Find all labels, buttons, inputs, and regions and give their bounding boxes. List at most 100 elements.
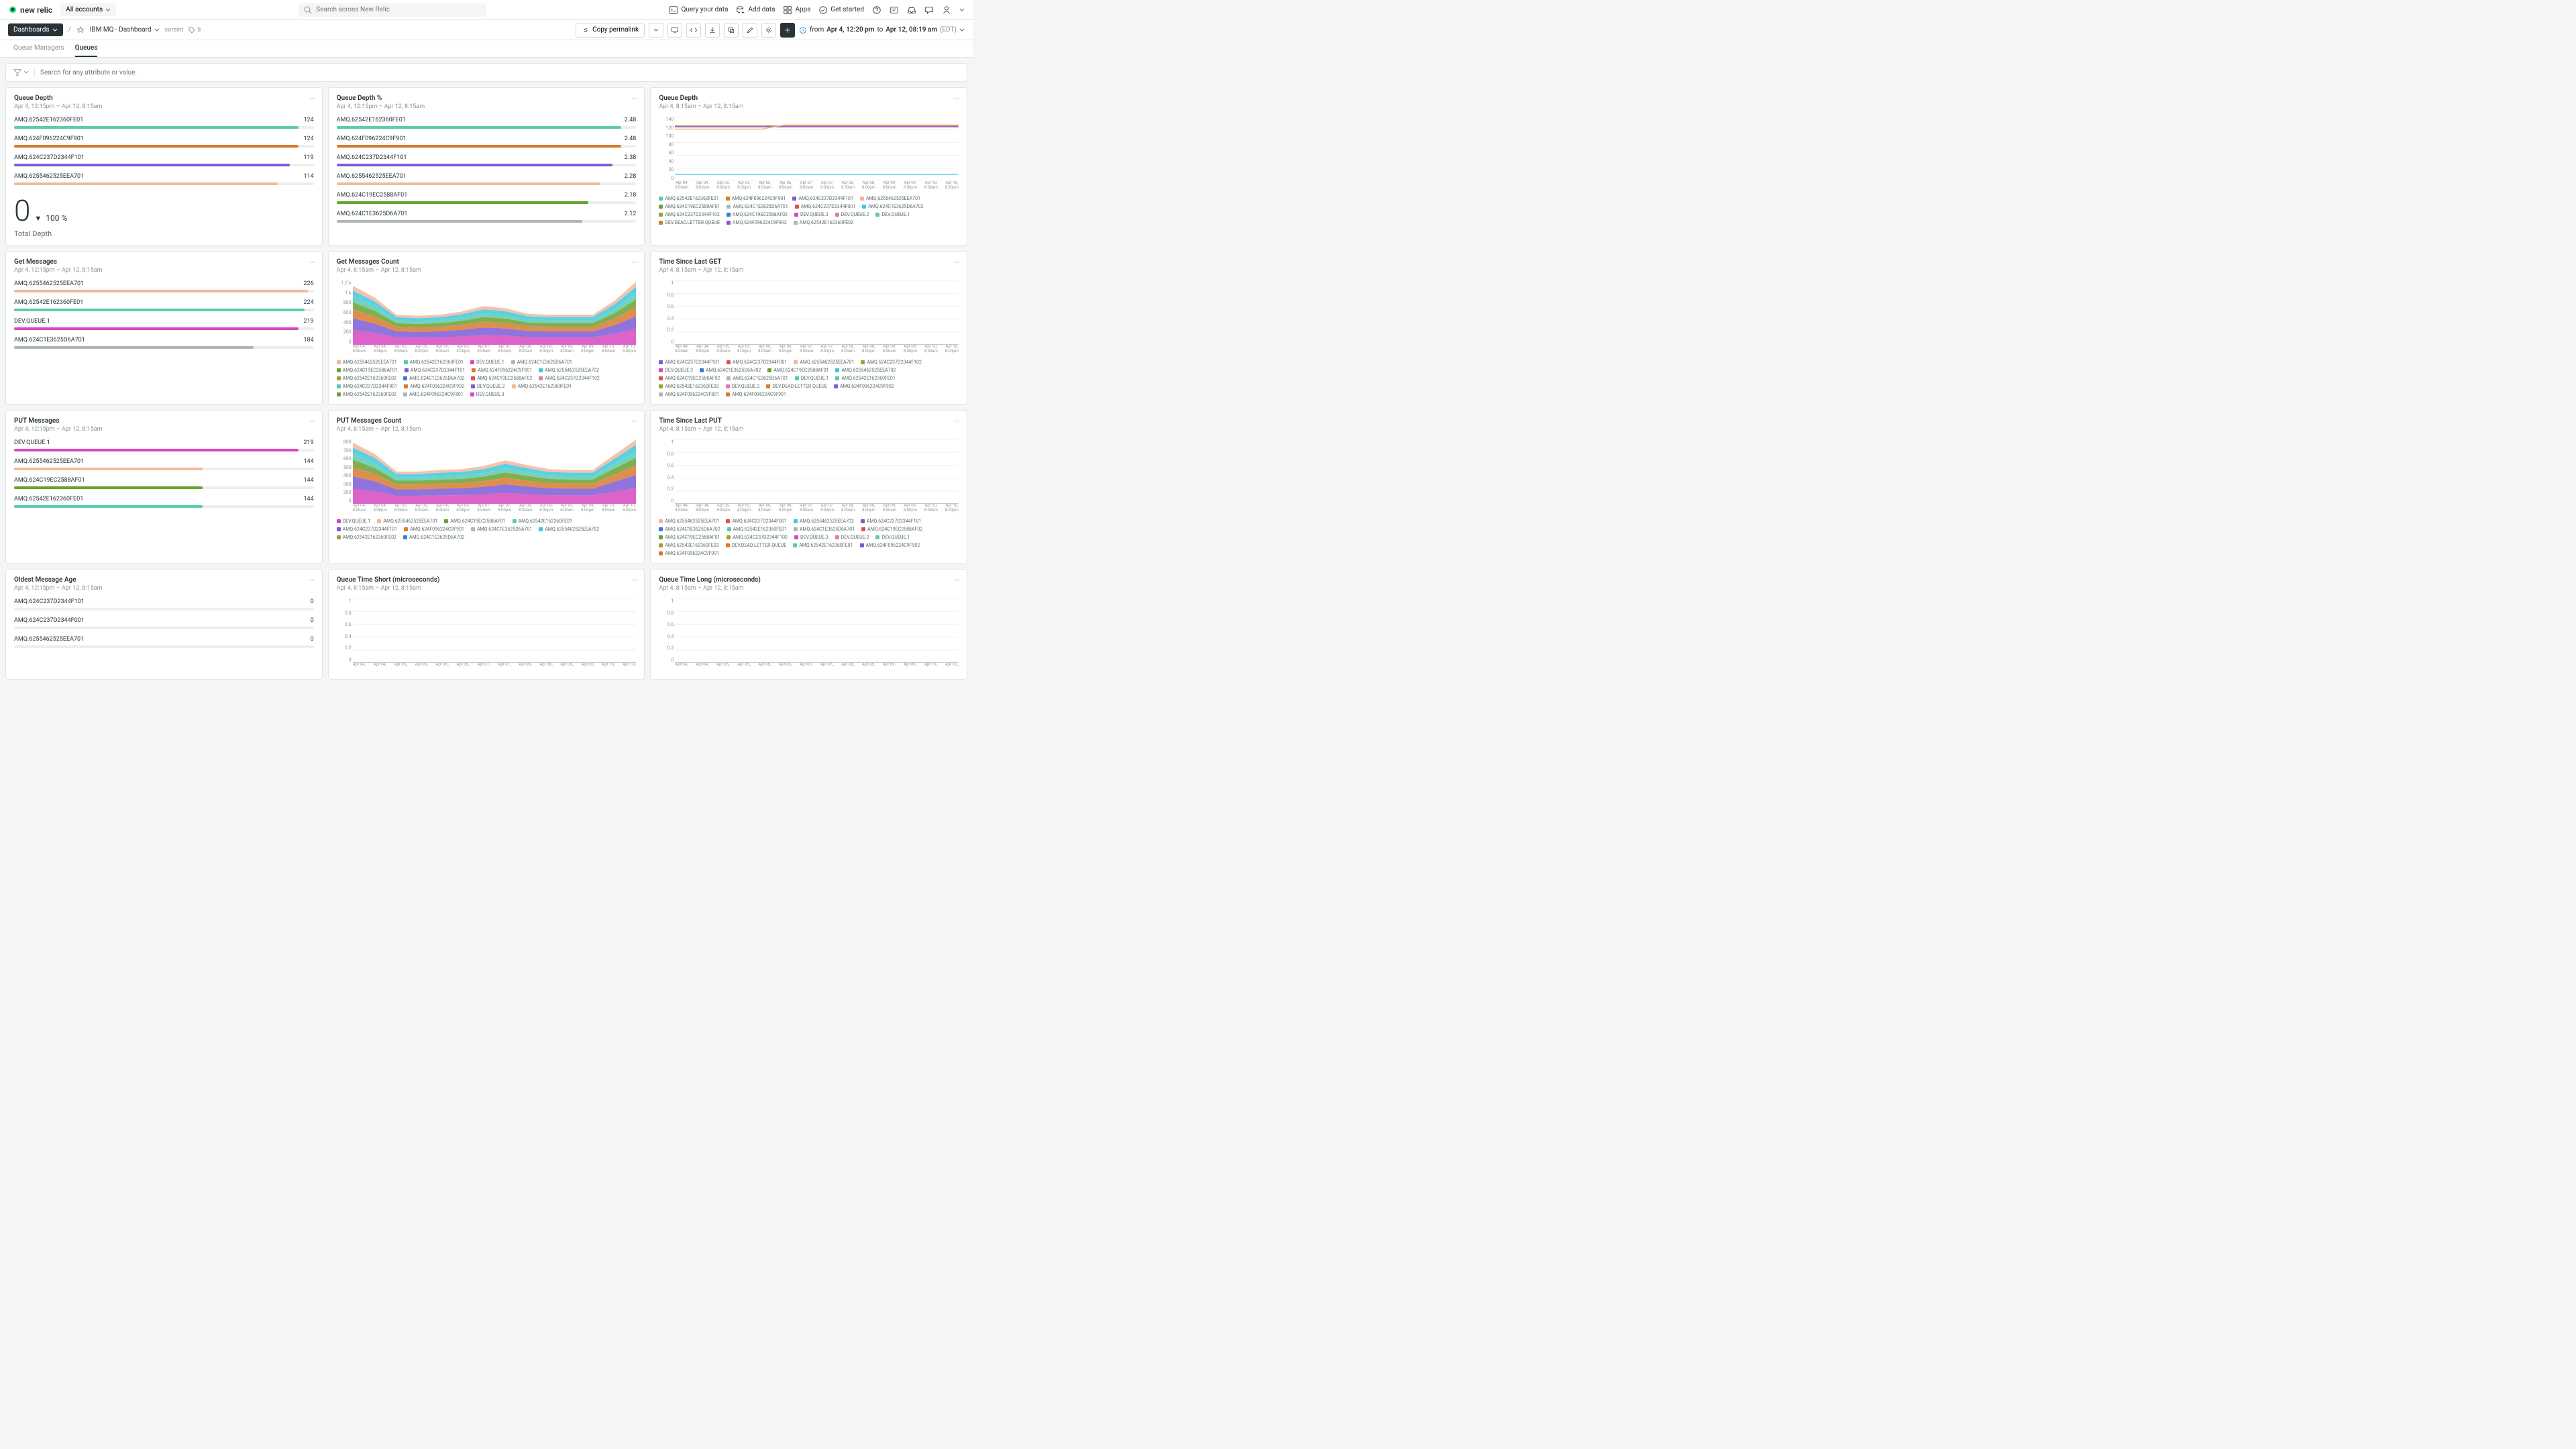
query-data-link[interactable]: Query your data bbox=[669, 5, 728, 15]
filter-toggle[interactable] bbox=[13, 68, 35, 77]
global-search[interactable] bbox=[299, 3, 486, 17]
add-data-link[interactable]: Add data bbox=[736, 5, 775, 15]
chart-plot[interactable] bbox=[353, 598, 637, 663]
panel-menu-icon[interactable]: ··· bbox=[632, 95, 638, 103]
legend-item[interactable]: AMQ.624C237D2344F001 bbox=[795, 204, 856, 209]
bar-row[interactable]: AMQ.624C1E3625D6A7012.12 bbox=[337, 211, 637, 223]
legend-item[interactable]: AMQ.6255462525EEA701 bbox=[337, 360, 397, 365]
legend-item[interactable]: DEV.QUEUE.1 bbox=[795, 376, 829, 381]
panel-menu-icon[interactable]: ··· bbox=[309, 95, 315, 103]
legend-item[interactable]: AMQ.62542E162360FE01 bbox=[659, 196, 718, 201]
legend-item[interactable]: AMQ.6255462525EEA701 bbox=[659, 519, 719, 524]
brand-logo[interactable]: new relic bbox=[8, 5, 52, 15]
panel-menu-icon[interactable]: ··· bbox=[954, 258, 960, 267]
panel-menu-icon[interactable]: ··· bbox=[954, 95, 960, 103]
legend-item[interactable]: AMQ.624C237D2344F101 bbox=[792, 196, 853, 201]
legend-item[interactable]: AMQ.6255462525EEA702 bbox=[835, 368, 896, 373]
bar-row[interactable]: AMQ.62542E162360FE01144 bbox=[14, 496, 314, 508]
legend-item[interactable]: AMQ.624F096224C9F901 bbox=[659, 551, 719, 556]
legend-item[interactable]: AMQ.624C237D2344F102 bbox=[539, 376, 600, 381]
legend-item[interactable]: AMQ.624C19EC2588AF02 bbox=[659, 376, 720, 381]
legend-item[interactable]: DEV.QUEUE.2 bbox=[726, 384, 760, 389]
news-icon[interactable] bbox=[890, 5, 899, 15]
legend-item[interactable]: DEV.QUEUE.1 bbox=[337, 519, 371, 524]
get-started-link[interactable]: Get started bbox=[818, 5, 864, 15]
legend-item[interactable]: AMQ.624C1E3625D6A701 bbox=[471, 527, 532, 532]
panel-menu-icon[interactable]: ··· bbox=[632, 417, 638, 426]
legend-item[interactable]: AMQ.6255462525EEA701 bbox=[794, 360, 854, 365]
legend-item[interactable]: AMQ.62542E162360FE01 bbox=[404, 360, 464, 365]
legend-item[interactable]: AMQ.624C237D2344F001 bbox=[337, 384, 398, 389]
bar-row[interactable]: AMQ.624C237D2344F1012.38 bbox=[337, 154, 637, 166]
legend-item[interactable]: AMQ.624C19EC2588AF02 bbox=[727, 212, 788, 217]
legend-item[interactable]: AMQ.624C19EC2588AF01 bbox=[767, 368, 828, 373]
permalink-dropdown[interactable] bbox=[649, 23, 663, 38]
legend-item[interactable]: AMQ.624C237D2344F001 bbox=[727, 360, 788, 365]
legend-item[interactable]: AMQ.62542E162360FE02 bbox=[337, 376, 396, 381]
legend-item[interactable]: AMQ.624F096224C9F901 bbox=[726, 392, 786, 397]
chart-plot[interactable] bbox=[353, 280, 637, 345]
filter-input[interactable] bbox=[40, 69, 960, 76]
user-icon[interactable] bbox=[942, 5, 951, 15]
chart-plot[interactable] bbox=[353, 439, 637, 504]
legend-item[interactable]: AMQ.624F096224C9F801 bbox=[659, 392, 719, 397]
bar-row[interactable]: AMQ.624F096224C9F901124 bbox=[14, 136, 314, 148]
legend-item[interactable]: AMQ.62542E162360FE01 bbox=[727, 527, 787, 532]
legend-item[interactable]: AMQ.6255462525EEA702 bbox=[539, 527, 599, 532]
bar-row[interactable]: AMQ.6255462525EEA701226 bbox=[14, 280, 314, 292]
search-input[interactable] bbox=[316, 6, 481, 13]
legend-item[interactable]: AMQ.624C19EC2588AF01 bbox=[337, 368, 398, 373]
legend-item[interactable]: AMQ.62542E162360FE01 bbox=[513, 519, 572, 524]
legend-item[interactable]: AMQ.624F096224C9F902 bbox=[860, 543, 920, 548]
tv-mode-button[interactable] bbox=[667, 23, 682, 38]
legend-item[interactable]: DEV.DEAD.LETTER.QUEUE bbox=[659, 220, 720, 225]
bar-row[interactable]: AMQ.624C237D2344F1010 bbox=[14, 598, 314, 610]
legend-item[interactable]: AMQ.62542E162360FE01 bbox=[835, 376, 895, 381]
legend-item[interactable]: AMQ.62542E162360FE02 bbox=[794, 220, 853, 225]
chart-plot[interactable] bbox=[675, 439, 959, 504]
legend-item[interactable]: AMQ.62542E162360FE02 bbox=[337, 392, 396, 397]
accounts-dropdown[interactable]: All accounts bbox=[60, 3, 116, 16]
legend-item[interactable]: AMQ.624F096224C9F902 bbox=[404, 384, 464, 389]
bar-row[interactable]: AMQ.6255462525EEA7010 bbox=[14, 636, 314, 648]
bar-row[interactable]: AMQ.624C19EC2588AF012.18 bbox=[337, 192, 637, 204]
legend-item[interactable]: DEV.QUEUE.1 bbox=[875, 212, 910, 217]
bar-row[interactable]: AMQ.624C237D2344F0010 bbox=[14, 617, 314, 629]
edit-button[interactable] bbox=[743, 23, 757, 38]
legend-item[interactable]: AMQ.624C19EC2588AF01 bbox=[659, 204, 720, 209]
star-icon[interactable] bbox=[76, 26, 85, 34]
legend-item[interactable]: AMQ.624C1E3625D6A702 bbox=[862, 204, 923, 209]
legend-item[interactable]: DEV.QUEUE.2 bbox=[471, 384, 505, 389]
apps-link[interactable]: Apps bbox=[783, 5, 810, 15]
bar-row[interactable]: AMQ.624F096224C9F9012.48 bbox=[337, 136, 637, 148]
panel-menu-icon[interactable]: ··· bbox=[309, 576, 315, 585]
chart-plot[interactable] bbox=[675, 280, 959, 345]
inbox-icon[interactable] bbox=[907, 5, 916, 15]
legend-item[interactable]: AMQ.624C237D2344F101 bbox=[861, 519, 922, 524]
legend-item[interactable]: DEV.QUEUE.3 bbox=[659, 368, 693, 373]
legend-item[interactable]: AMQ.62542E162360FE02 bbox=[337, 535, 396, 540]
panel-menu-icon[interactable]: ··· bbox=[309, 258, 315, 267]
bar-row[interactable]: DEV.QUEUE.1219 bbox=[14, 439, 314, 451]
legend-item[interactable]: AMQ.624C237D2344F001 bbox=[726, 519, 787, 524]
settings-button[interactable] bbox=[761, 23, 776, 38]
bar-row[interactable]: AMQ.6255462525EEA701144 bbox=[14, 458, 314, 470]
add-widget-button[interactable] bbox=[780, 23, 795, 38]
legend-item[interactable]: AMQ.624C1E3625D6A702 bbox=[403, 535, 464, 540]
bar-row[interactable]: AMQ.6255462525EEA7012.28 bbox=[337, 173, 637, 185]
legend-item[interactable]: AMQ.624C1E3625D6A702 bbox=[403, 376, 464, 381]
legend-item[interactable]: AMQ.6255462525EEA701 bbox=[377, 519, 437, 524]
legend-item[interactable]: AMQ.624C237D2344F102 bbox=[659, 212, 720, 217]
legend-item[interactable]: AMQ.624C237D2344F101 bbox=[659, 360, 720, 365]
legend-item[interactable]: AMQ.624F096224C9F902 bbox=[727, 220, 787, 225]
copy-permalink-button[interactable]: Copy permalink bbox=[576, 23, 645, 38]
bar-row[interactable]: AMQ.62542E162360FE01224 bbox=[14, 299, 314, 311]
legend-item[interactable]: DEV.QUEUE.1 bbox=[470, 360, 504, 365]
help-icon[interactable] bbox=[872, 5, 881, 15]
legend-item[interactable]: AMQ.6255462525EEA701 bbox=[860, 196, 920, 201]
legend-item[interactable]: DEV.QUEUE.3 bbox=[470, 392, 504, 397]
legend-item[interactable]: DEV.QUEUE.3 bbox=[794, 212, 828, 217]
legend-item[interactable]: AMQ.624C237D2344F101 bbox=[405, 368, 466, 373]
bar-row[interactable]: AMQ.624C1E3625D6A701184 bbox=[14, 337, 314, 349]
legend-item[interactable]: AMQ.624C1E3625D6A701 bbox=[511, 360, 572, 365]
